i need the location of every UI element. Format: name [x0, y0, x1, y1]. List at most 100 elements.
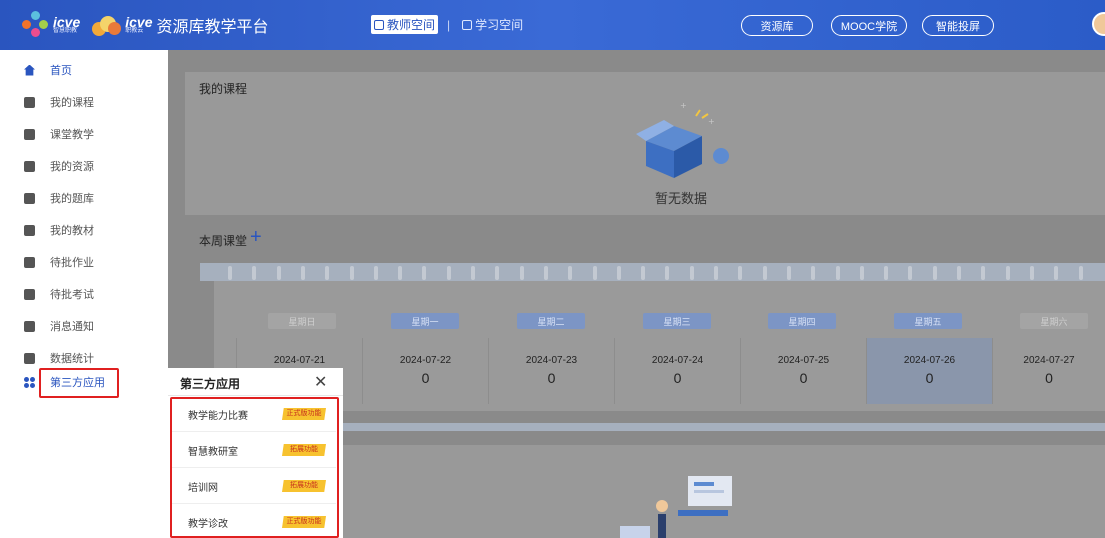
calendar-ring [228, 266, 232, 280]
day-count: 0 [799, 370, 808, 386]
day-count: 0 [925, 370, 934, 386]
day-date: 2024-07-27 [1023, 355, 1075, 366]
day-count: 0 [547, 370, 556, 386]
classroom-icon [24, 128, 35, 140]
learning-space-icon [462, 19, 473, 30]
sidebar-item-exams[interactable]: 待批考试 [0, 278, 168, 310]
day-tab-wednesday[interactable]: 星期三 [643, 313, 711, 329]
platform-title: 资源库教学平台 [156, 17, 269, 36]
calendar-ring [276, 266, 281, 280]
sidebar-item-label: 我的题库 [50, 193, 94, 205]
popup-title: 第三方应用 [180, 377, 241, 391]
close-icon[interactable]: ✕ [314, 372, 327, 392]
day-cell-thursday[interactable]: 2024-07-25 0 [740, 338, 866, 404]
sidebar-item-question-bank[interactable]: 我的题库 [0, 182, 168, 214]
sidebar-item-classroom[interactable]: 课堂教学 [0, 118, 168, 150]
statistics-icon [24, 352, 35, 364]
calendar-ring [446, 266, 451, 280]
user-avatar[interactable] [1092, 12, 1105, 36]
calendar-binding-strip [200, 263, 1105, 281]
learning-space-tab[interactable]: 学习空间 [459, 15, 526, 34]
popup-header: 第三方应用 ✕ [168, 368, 343, 396]
day-date: 2024-07-25 [777, 355, 830, 366]
day-cell-friday[interactable]: 2024-07-26 0 [866, 338, 992, 404]
calendar-ring [1029, 266, 1034, 280]
smart-projection-button[interactable]: 智能投屏 [922, 15, 994, 36]
sidebar-item-my-courses[interactable]: 我的课程 [0, 86, 168, 118]
sidebar-item-label: 数据统计 [50, 353, 94, 365]
teacher-space-tab[interactable]: 教师空间 [371, 15, 439, 34]
resource-library-button[interactable]: 资源库 [741, 15, 813, 36]
learning-space-label: 学习空间 [475, 18, 524, 32]
day-date: 2024-07-23 [525, 355, 578, 366]
space-divider: | [447, 17, 451, 32]
day-cell-monday[interactable]: 2024-07-22 0 [362, 338, 488, 404]
calendar-ring [957, 266, 961, 280]
day-tab-tuesday[interactable]: 星期二 [517, 313, 585, 329]
sidebar-item-my-resources[interactable]: 我的资源 [0, 150, 168, 182]
week-class-title: 本周课堂 [199, 234, 248, 248]
teacher-space-label: 教师空间 [387, 18, 436, 32]
sidebar-item-label: 待批作业 [50, 257, 94, 269]
calendar-ring [373, 266, 378, 280]
calendar-ring [616, 266, 621, 280]
lower-illustration-icon [620, 476, 732, 538]
resource-icon [24, 160, 35, 172]
calendar-ring [398, 266, 403, 280]
calendar-ring [252, 266, 257, 280]
logo-primary: icve 智慧职教 [53, 15, 80, 35]
sidebar-item-home[interactable]: 首页 [0, 54, 168, 86]
highlight-third-party-apps [39, 368, 119, 398]
sidebar-item-label: 课堂教学 [50, 129, 94, 141]
day-cell-tuesday[interactable]: 2024-07-23 0 [488, 338, 614, 404]
icve-logo-icon [22, 11, 50, 39]
calendar-ring [325, 266, 330, 280]
course-icon [24, 96, 35, 108]
calendar-ring [884, 266, 889, 280]
mooc-college-button[interactable]: MOOC学院 [831, 15, 907, 36]
calendar-ring [859, 266, 864, 280]
sidebar-item-label: 消息通知 [50, 321, 94, 333]
day-cell-saturday[interactable]: 2024-07-27 0 [992, 338, 1105, 404]
day-tab-thursday[interactable]: 星期四 [768, 313, 836, 329]
day-count: 0 [1045, 370, 1053, 386]
day-tab-monday[interactable]: 星期一 [391, 313, 459, 329]
calendar-ring [786, 266, 791, 280]
day-tab-sunday[interactable]: 星期日 [268, 313, 336, 329]
calendar-ring [543, 266, 548, 280]
calendar-ring [568, 266, 573, 280]
day-tab-friday[interactable]: 星期五 [894, 313, 962, 329]
sidebar-item-messages[interactable]: 消息通知 [0, 310, 168, 342]
sidebar-item-homework[interactable]: 待批作业 [0, 246, 168, 278]
svg-text:+: + [680, 101, 687, 110]
question-bank-icon [24, 192, 35, 204]
calendar-ring [300, 266, 305, 280]
calendar-ring [908, 266, 913, 280]
add-class-button[interactable]: + [250, 226, 262, 249]
calendar-ring [641, 266, 646, 280]
empty-state-text: 暂无数据 [655, 191, 708, 206]
day-count: 0 [421, 370, 430, 386]
day-tab-saturday[interactable]: 星期六 [1020, 313, 1088, 329]
calendar-ring [471, 266, 475, 280]
day-cell-wednesday[interactable]: 2024-07-24 0 [614, 338, 740, 404]
calendar-ring [495, 266, 500, 280]
message-icon [24, 320, 35, 332]
my-courses-title: 我的课程 [199, 82, 248, 96]
calendar-ring [981, 266, 986, 280]
calendar-ring [932, 266, 937, 280]
day-count: 0 [673, 370, 682, 386]
sidebar-item-label: 我的教材 [50, 225, 94, 237]
sidebar-item-textbooks[interactable]: 我的教材 [0, 214, 168, 246]
calendar-ring [738, 266, 743, 280]
textbook-icon [24, 224, 35, 236]
logo-primary-sub: 智慧职教 [53, 27, 78, 34]
calendar-ring [1005, 266, 1010, 280]
calendar-ring [1078, 266, 1083, 280]
calendar-ring [592, 266, 597, 280]
calendar-ring [519, 266, 524, 280]
third-party-apps-icon [24, 376, 35, 388]
day-date: 2024-07-24 [651, 355, 704, 366]
calendar-ring [422, 266, 427, 280]
logo-group[interactable]: icve 智慧职教 icve 职教云 资源库教学平台 [22, 10, 269, 40]
